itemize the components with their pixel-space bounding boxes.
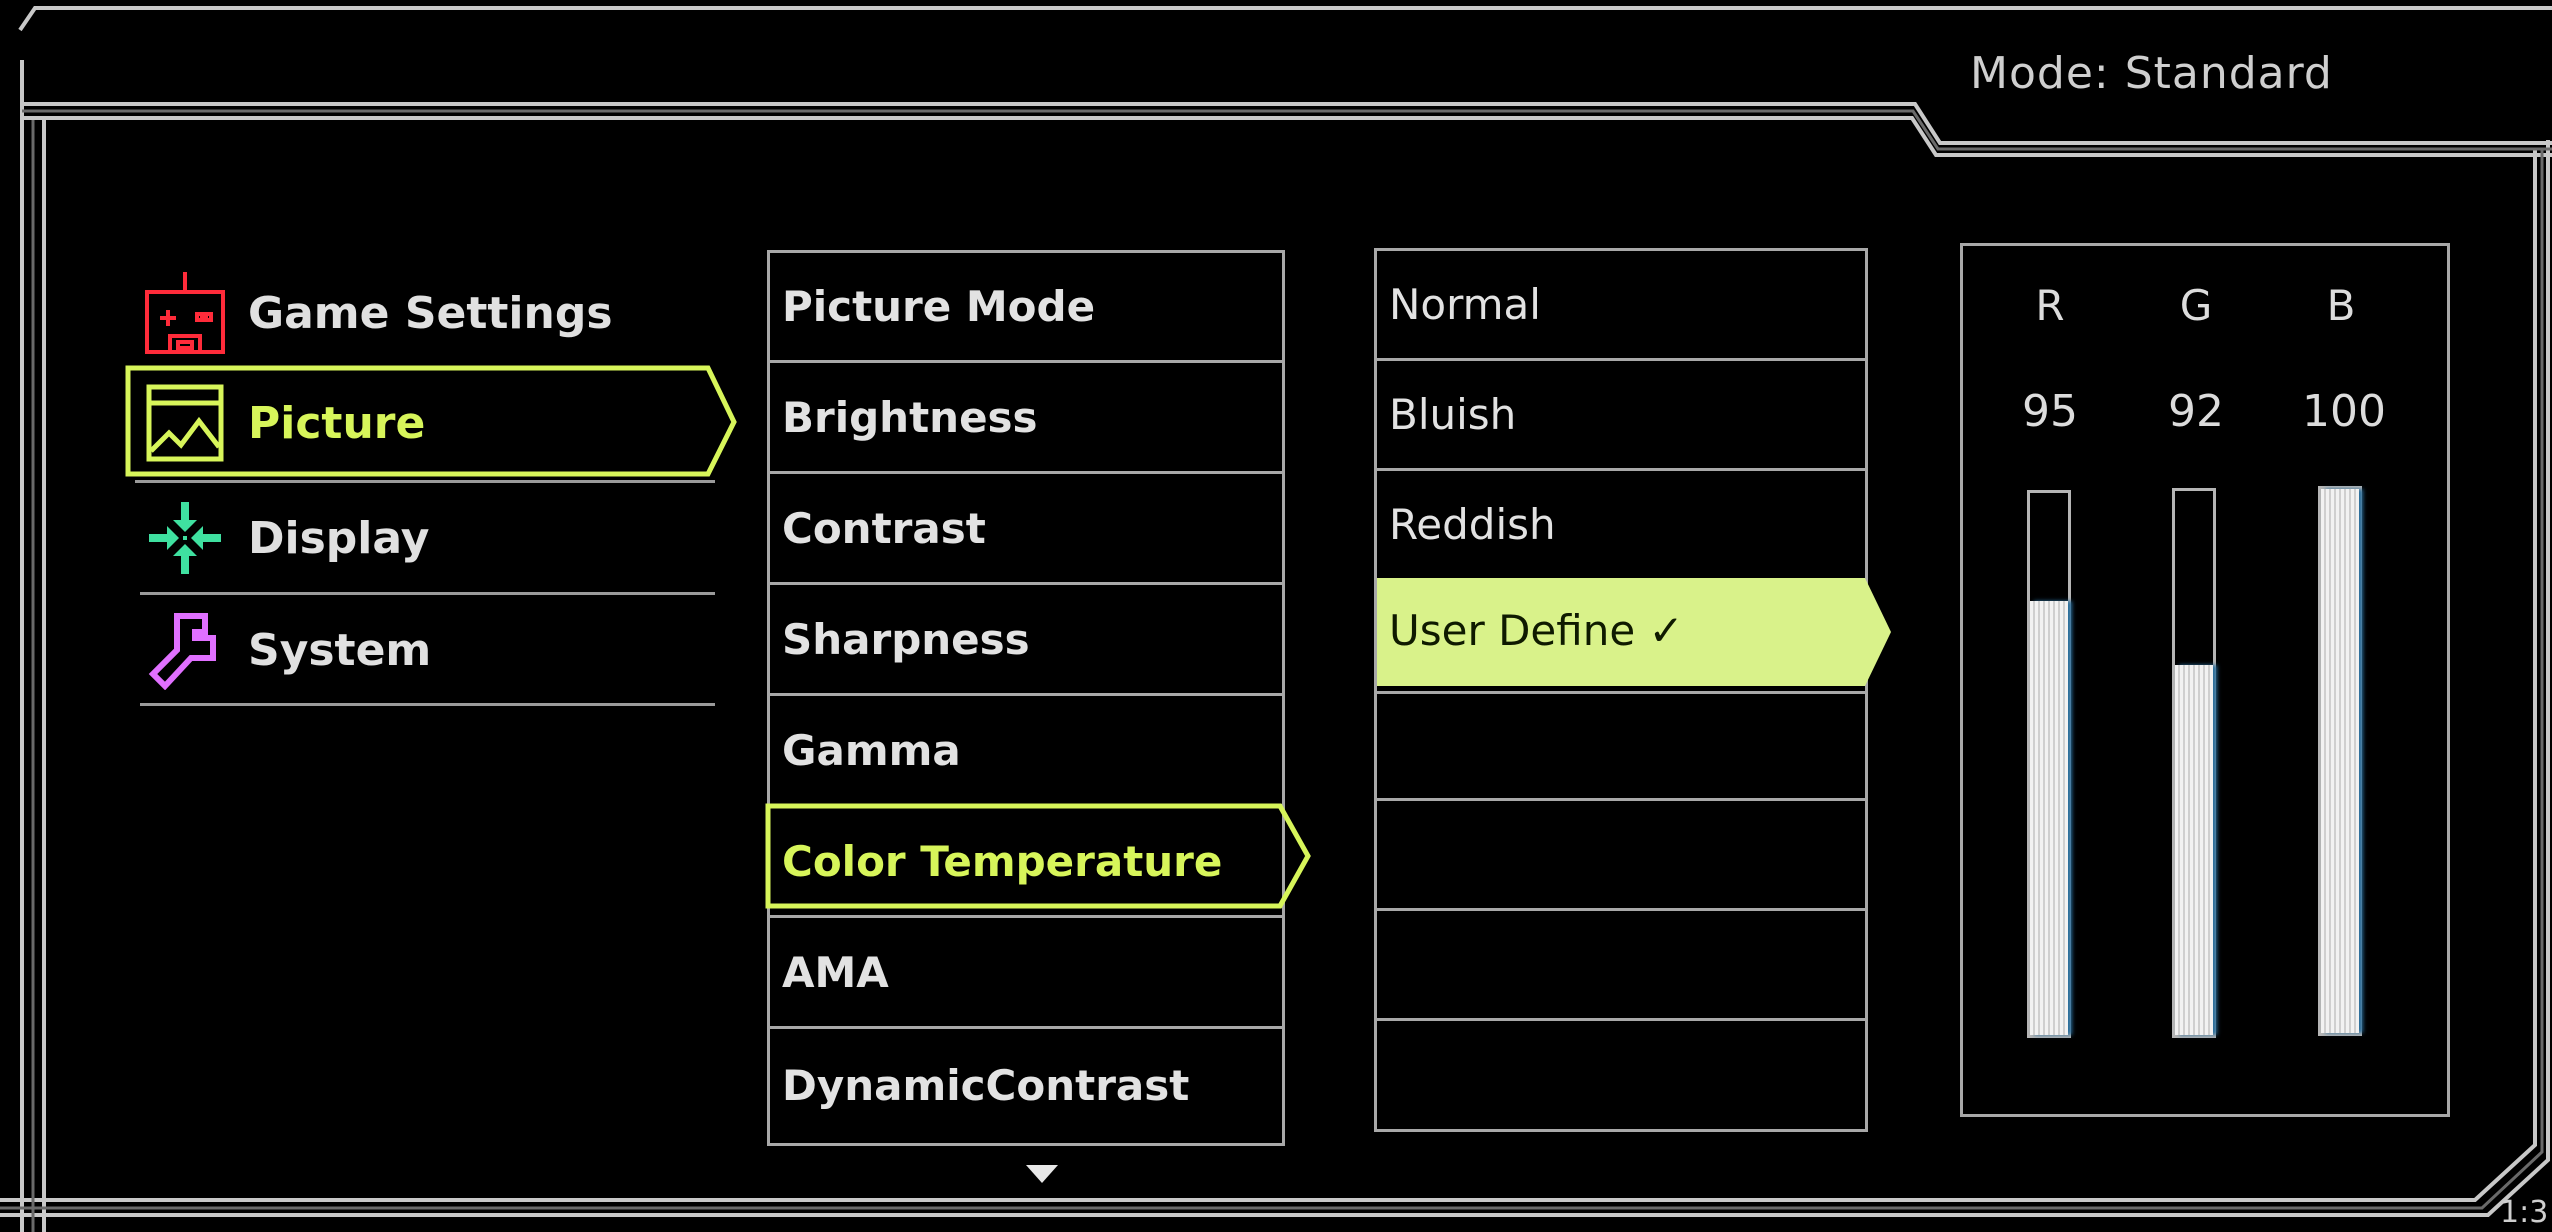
rgb-gain-panel: R G B 95 92 100	[1960, 243, 2450, 1117]
option-user-define-selected[interactable]: User Define ✓	[1377, 578, 1897, 686]
wrench-icon	[140, 605, 230, 695]
channel-bar-b[interactable]	[2318, 486, 2362, 1036]
submenu-item-label: Contrast	[782, 504, 986, 553]
option-empty	[1377, 1021, 1865, 1131]
submenu-item-label: Color Temperature	[782, 837, 1223, 886]
submenu-item-color-temperature[interactable]: Color Temperature	[770, 808, 1282, 918]
picture-mode-indicator: Mode: Standard	[1970, 48, 2333, 99]
picture-submenu: Picture Mode Brightness Contrast Sharpne…	[767, 250, 1285, 1146]
submenu-item-label: Brightness	[782, 393, 1038, 442]
color-temperature-options: Normal Bluish Reddish	[1374, 248, 1868, 1132]
submenu-item-label: DynamicContrast	[782, 1060, 1190, 1110]
channel-value-b: 100	[2302, 386, 2386, 437]
option-label: User Define ✓	[1389, 606, 1684, 655]
down-arrow-icon[interactable]	[1026, 1165, 1058, 1183]
main-menu-item-system[interactable]: System	[130, 595, 710, 705]
submenu-item-sharpness[interactable]: Sharpness	[770, 586, 1282, 696]
clock-fragment: 1:3	[2500, 1195, 2549, 1230]
option-bluish[interactable]: Bluish	[1377, 361, 1865, 471]
main-menu-item-picture[interactable]: Picture	[130, 368, 710, 478]
main-menu-item-label: Picture	[248, 397, 426, 449]
channel-bar-g[interactable]	[2172, 488, 2216, 1038]
submenu-item-picture-mode[interactable]: Picture Mode	[770, 253, 1282, 363]
main-menu-item-label: Game Settings	[248, 287, 613, 339]
channel-value-g: 92	[2168, 386, 2224, 437]
main-menu-item-label: System	[248, 624, 432, 676]
option-reddish[interactable]: Reddish	[1377, 471, 1865, 581]
display-arrows-icon	[140, 493, 230, 583]
main-menu-item-game-settings[interactable]: Game Settings	[130, 258, 710, 368]
option-label: Reddish	[1389, 500, 1556, 549]
main-menu-item-display[interactable]: Display	[130, 483, 710, 593]
submenu-item-brightness[interactable]: Brightness	[770, 364, 1282, 474]
submenu-item-ama[interactable]: AMA	[770, 919, 1282, 1029]
channel-value-r: 95	[2022, 386, 2078, 437]
gamepad-icon	[140, 268, 230, 358]
option-normal[interactable]: Normal	[1377, 251, 1865, 361]
submenu-item-gamma[interactable]: Gamma	[770, 697, 1282, 807]
channel-bar-r[interactable]	[2027, 490, 2071, 1038]
submenu-item-label: Sharpness	[782, 615, 1030, 664]
submenu-item-dynamic-contrast[interactable]: DynamicContrast	[770, 1030, 1282, 1140]
channel-bar-fill	[2175, 665, 2213, 1035]
option-empty	[1377, 911, 1865, 1021]
submenu-item-label: Gamma	[782, 726, 961, 775]
option-label: Bluish	[1389, 390, 1517, 439]
submenu-item-label: Picture Mode	[782, 282, 1096, 331]
channel-name-b: B	[2326, 281, 2356, 330]
picture-icon	[140, 378, 230, 468]
menu-divider	[140, 703, 715, 706]
option-empty	[1377, 801, 1865, 911]
channel-name-r: R	[2035, 281, 2065, 330]
channel-bar-fill	[2321, 489, 2359, 1033]
submenu-item-label: AMA	[782, 948, 889, 997]
main-menu-item-label: Display	[248, 512, 430, 564]
option-label: Normal	[1389, 280, 1541, 329]
option-empty	[1377, 691, 1865, 801]
channel-name-g: G	[2179, 281, 2213, 330]
submenu-item-contrast[interactable]: Contrast	[770, 475, 1282, 585]
channel-bar-fill	[2030, 601, 2068, 1035]
